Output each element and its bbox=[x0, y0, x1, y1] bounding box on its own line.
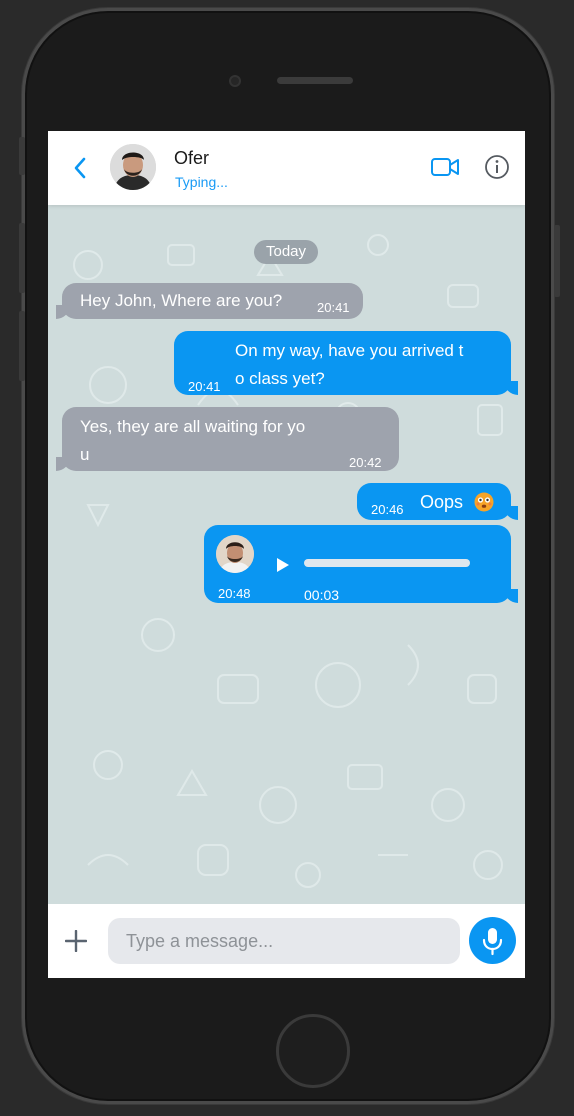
front-camera bbox=[229, 75, 241, 87]
flushed-emoji-icon bbox=[474, 492, 494, 512]
voice-progress-track[interactable] bbox=[304, 559, 470, 567]
message-text: Oops bbox=[420, 492, 464, 512]
avatar-photo bbox=[110, 144, 156, 190]
volume-down-button bbox=[19, 311, 25, 381]
volume-up-button bbox=[19, 223, 25, 293]
message-text: Yes, they are all waiting for yo u bbox=[80, 417, 306, 464]
power-button bbox=[554, 225, 560, 297]
plus-icon[interactable] bbox=[65, 930, 87, 952]
chat-header: Ofer Typing... bbox=[48, 131, 525, 205]
home-button[interactable] bbox=[276, 1014, 350, 1088]
incoming-message[interactable]: Hey John, Where are you? 20:41 bbox=[56, 283, 363, 319]
voice-duration: 00:03 bbox=[304, 587, 340, 603]
message-input[interactable] bbox=[108, 918, 460, 964]
message-time: 20:41 bbox=[317, 300, 350, 315]
outgoing-message[interactable]: 20:46 Oops bbox=[357, 483, 518, 520]
message-time: 20:48 bbox=[218, 586, 251, 601]
incoming-message[interactable]: Yes, they are all waiting for yo u 20:42 bbox=[56, 407, 399, 471]
message-time: 20:41 bbox=[188, 379, 221, 394]
microphone-icon bbox=[482, 928, 503, 956]
message-time: 20:46 bbox=[371, 502, 404, 517]
sender-avatar bbox=[216, 535, 254, 573]
composer-bar bbox=[48, 904, 525, 978]
contact-name[interactable]: Ofer bbox=[174, 148, 209, 169]
microphone-button[interactable] bbox=[469, 917, 516, 964]
typing-status: Typing... bbox=[175, 174, 228, 190]
video-call-icon[interactable] bbox=[430, 155, 460, 179]
message-text: Hey John, Where are you? bbox=[80, 291, 283, 310]
back-chevron-icon[interactable] bbox=[70, 155, 90, 181]
avatar-photo bbox=[216, 535, 254, 573]
chat-screen: Ofer Typing... Today Hey John, Where are… bbox=[48, 131, 525, 978]
message-list[interactable]: Today Hey John, Where are you? 20:41 20:… bbox=[48, 205, 525, 904]
play-icon[interactable] bbox=[276, 557, 290, 573]
mute-switch bbox=[19, 137, 25, 175]
info-icon[interactable] bbox=[484, 154, 510, 180]
contact-avatar[interactable] bbox=[110, 144, 156, 190]
message-time: 20:42 bbox=[349, 455, 382, 470]
date-separator: Today bbox=[254, 240, 318, 264]
outgoing-message[interactable]: 20:41 On my way, have you arrived t o cl… bbox=[174, 331, 518, 395]
earpiece-speaker bbox=[277, 77, 353, 84]
voice-message[interactable]: 20:48 00:03 bbox=[204, 525, 518, 603]
message-text: On my way, have you arrived t o class ye… bbox=[235, 341, 464, 388]
